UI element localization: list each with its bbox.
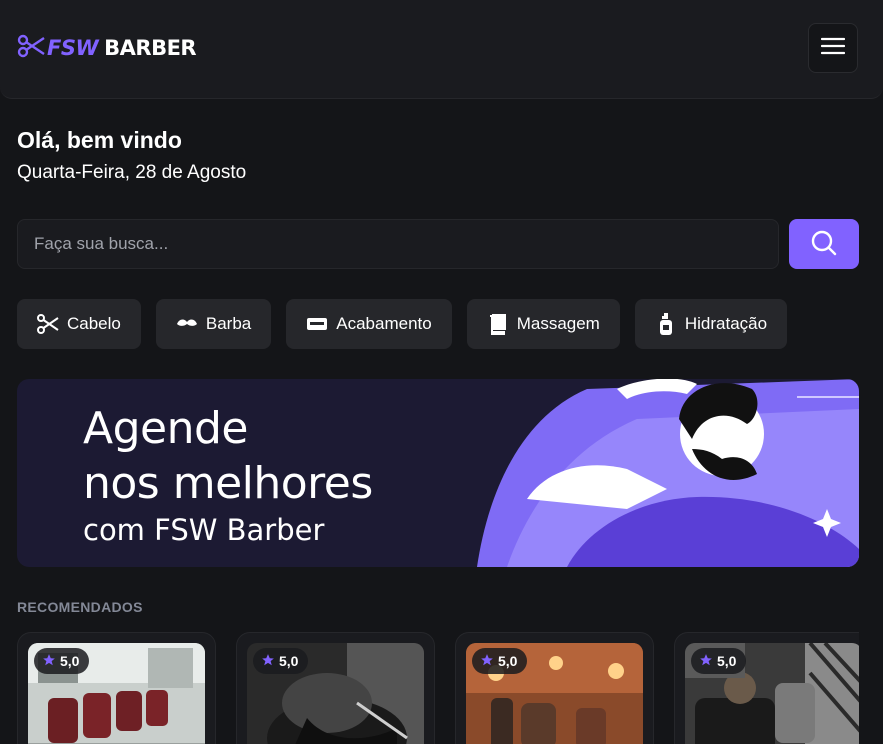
scissors-logo-icon [17,34,45,63]
mustache-icon [176,313,198,335]
header: FSW BARBER [0,0,883,99]
barber-illustration [477,379,859,567]
star-icon [480,653,494,670]
barbershop-card[interactable]: 5,0 [455,632,654,744]
greeting-title: Olá, bem vindo [17,127,182,153]
barbershop-card[interactable]: 5,0 [236,632,435,744]
menu-button[interactable] [808,23,858,73]
rating-value: 5,0 [279,653,299,669]
bottle-icon [655,313,677,335]
star-icon [261,653,275,670]
search-input[interactable] [17,219,779,269]
barbershop-image: 5,0 [247,643,424,744]
towel-icon [487,313,509,335]
rating-badge: 5,0 [472,648,528,674]
logo-text: BARBER [104,36,197,60]
rating-value: 5,0 [717,653,737,669]
menu-icon [820,36,846,61]
category-list: Cabelo Barba Acabamento Massagem Hidrata… [17,299,788,349]
scissors-icon [37,313,59,335]
rating-badge: 5,0 [253,648,309,674]
rating-badge: 5,0 [691,648,747,674]
search-icon [810,229,838,260]
logo-brand: FSW [47,36,99,60]
category-label: Barba [205,314,252,333]
rating-value: 5,0 [60,653,80,669]
search-button[interactable] [789,219,859,269]
banner-line2: nos melhores [83,458,373,509]
category-acabamento[interactable]: Acabamento [286,299,452,349]
category-hidratacao[interactable]: Hidratação [634,299,788,349]
star-icon [699,653,713,670]
banner-line1: Agende [83,403,249,454]
category-barba[interactable]: Barba [155,299,272,349]
recommended-list: 5,0 5,0 5,0 5,0 [17,632,859,744]
category-label: Hidratação [684,314,768,333]
barbershop-image: 5,0 [685,643,859,744]
category-label: Massagem [516,314,600,333]
barbershop-image: 5,0 [466,643,643,744]
category-label: Acabamento [336,314,432,333]
razor-icon [306,313,328,335]
category-massagem[interactable]: Massagem [466,299,620,349]
rating-badge: 5,0 [34,648,90,674]
star-icon [42,653,56,670]
promo-banner[interactable]: Agende nos melhores com FSW Barber [17,379,859,567]
section-title-recommended: RECOMENDADOS [17,599,143,615]
banner-subtitle: com FSW Barber [83,513,325,547]
barbershop-card[interactable]: 5,0 [17,632,216,744]
category-cabelo[interactable]: Cabelo [17,299,141,349]
logo[interactable]: FSW BARBER [17,33,197,63]
barbershop-card[interactable]: 5,0 [674,632,859,744]
barbershop-image: 5,0 [28,643,205,744]
current-date: Quarta-Feira, 28 de Agosto [17,162,247,183]
rating-value: 5,0 [498,653,518,669]
category-label: Cabelo [67,314,121,333]
